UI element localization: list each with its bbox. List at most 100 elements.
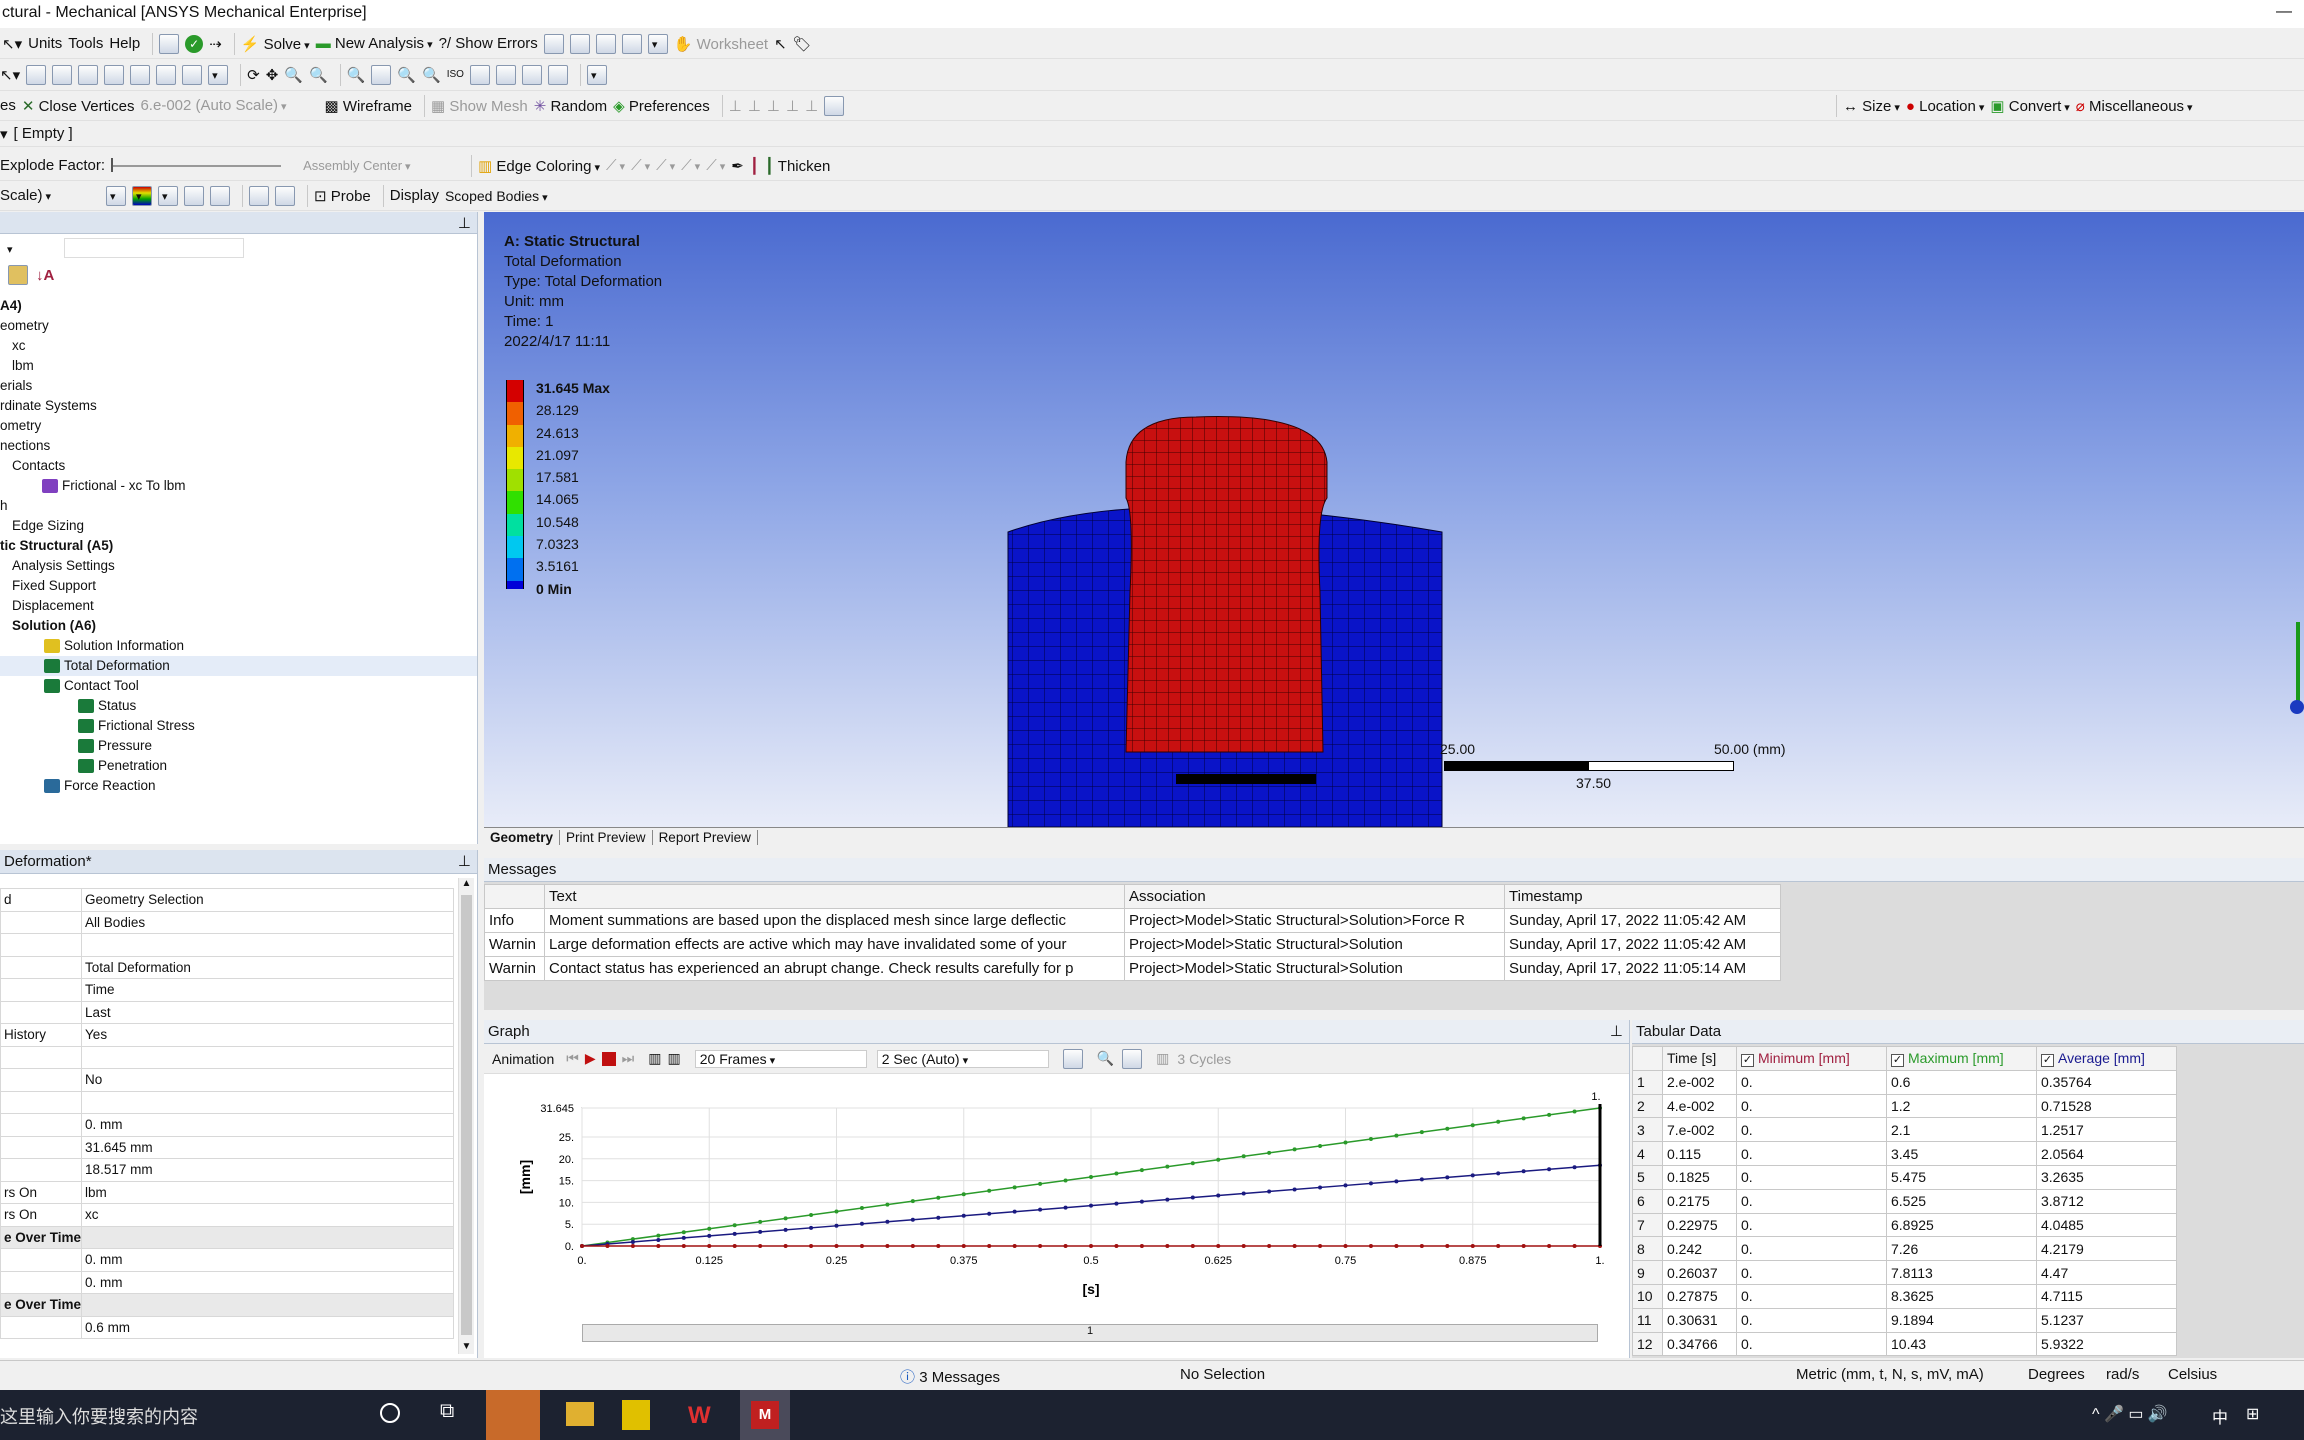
- tree-item[interactable]: Total Deformation: [0, 656, 477, 676]
- tabular-row[interactable]: 6 0.2175 0. 6.525 3.8712: [1632, 1188, 2177, 1214]
- tree-item[interactable]: h: [0, 496, 477, 516]
- explode-slider[interactable]: [111, 157, 282, 172]
- select-edge-icon[interactable]: [52, 64, 73, 85]
- convert-button[interactable]: ▣ Convert: [1990, 97, 2069, 115]
- temperature-unit-status[interactable]: Celsius: [2168, 1366, 2217, 1383]
- check-icon[interactable]: ✓: [185, 34, 204, 53]
- iso-icon[interactable]: ISO: [447, 69, 464, 80]
- tree-item[interactable]: ometry: [0, 416, 477, 436]
- lock-icon[interactable]: [547, 64, 568, 85]
- pin-icon[interactable]: ⊥: [458, 212, 471, 236]
- details-row[interactable]: rs On lbm: [0, 1180, 454, 1204]
- details-row[interactable]: [0, 933, 454, 957]
- tree-item[interactable]: Penetration: [0, 756, 477, 776]
- contour-icon[interactable]: [132, 185, 152, 206]
- worksheet-button[interactable]: ✋ Worksheet: [674, 35, 768, 53]
- magnifier-icon[interactable]: 🔍: [422, 66, 441, 84]
- text-icon[interactable]: [621, 33, 642, 54]
- details-row[interactable]: e Over Time: [0, 1293, 454, 1317]
- fit-icon[interactable]: 🔍: [397, 66, 416, 84]
- tree-item[interactable]: Frictional Stress: [0, 716, 477, 736]
- scale-dropdown[interactable]: Scale): [0, 187, 100, 204]
- keyboard-icon[interactable]: ⊞: [2246, 1404, 2259, 1424]
- tabular-column-header[interactable]: Time [s]: [1662, 1046, 1737, 1071]
- close-vertices-button[interactable]: ✕ Close Vertices: [22, 97, 135, 115]
- tree-item[interactable]: Displacement: [0, 596, 477, 616]
- tree-item[interactable]: Fixed Support: [0, 576, 477, 596]
- geometry-display-icon[interactable]: [106, 185, 126, 206]
- menu-help[interactable]: Help: [109, 35, 140, 52]
- edge-style-1-icon[interactable]: ⟋: [606, 157, 625, 174]
- worksheet-icon[interactable]: [159, 33, 180, 54]
- stop-icon[interactable]: [601, 1051, 616, 1066]
- preferences-button[interactable]: ◈ Preferences: [613, 97, 710, 115]
- pin-edge-icon[interactable]: ✒: [731, 157, 744, 175]
- show-errors-button[interactable]: ?/ Show Errors: [439, 35, 538, 52]
- details-row[interactable]: History Yes: [0, 1023, 454, 1047]
- scale-select[interactable]: 6.e-002 (Auto Scale): [140, 97, 318, 114]
- play-icon[interactable]: ▶: [585, 1050, 596, 1067]
- tabular-row[interactable]: 3 7.e-002 0. 2.1 1.2517: [1632, 1117, 2177, 1143]
- series-checkbox[interactable]: ✓: [1741, 1053, 1754, 1067]
- tab-report-preview[interactable]: Report Preview: [653, 830, 758, 845]
- select-icon[interactable]: ↖▾: [0, 66, 20, 84]
- show-mesh-button[interactable]: ▦ Show Mesh: [431, 97, 528, 115]
- details-row[interactable]: 31.645 mm: [0, 1135, 454, 1159]
- tree-item[interactable]: A4): [0, 296, 477, 316]
- menu-tools[interactable]: Tools: [68, 35, 103, 52]
- app-icon-1[interactable]: [486, 1390, 540, 1440]
- select-mode-icon[interactable]: [208, 64, 229, 85]
- tree-item[interactable]: erials: [0, 376, 477, 396]
- tabular-row[interactable]: 8 0.242 0. 7.26 4.2179: [1632, 1236, 2177, 1262]
- thicken-button[interactable]: ┃ Thicken: [765, 157, 830, 175]
- rotate-icon[interactable]: ⟳: [247, 66, 260, 84]
- message-row[interactable]: Warnin Large deformation effects are acti…: [484, 932, 1781, 957]
- messages-status[interactable]: ⓘ 3 Messages: [900, 1366, 1000, 1387]
- annotation2-icon[interactable]: ⊥: [748, 97, 761, 115]
- cycles-icon[interactable]: ▥: [1156, 1050, 1169, 1067]
- details-row[interactable]: d Geometry Selection: [0, 888, 454, 912]
- context-arrow-icon[interactable]: ▾: [0, 125, 8, 143]
- viewport-layout-icon[interactable]: [586, 64, 607, 85]
- details-row[interactable]: e Over Time: [0, 1225, 454, 1249]
- angle-unit-status[interactable]: Degrees: [2028, 1366, 2085, 1383]
- tabular-row[interactable]: 12 0.34766 0. 10.43 5.9322: [1632, 1331, 2177, 1357]
- camera-icon[interactable]: [521, 64, 542, 85]
- details-row[interactable]: 0. mm: [0, 1270, 454, 1294]
- details-row[interactable]: rs On xc: [0, 1203, 454, 1227]
- unit-system-status[interactable]: Metric (mm, t, N, s, mV, mA): [1796, 1366, 1984, 1383]
- previous-view-icon[interactable]: [469, 64, 490, 85]
- location-button[interactable]: ● Location: [1906, 98, 1984, 115]
- mechanical-icon[interactable]: M: [740, 1390, 790, 1440]
- tree-item[interactable]: lbm: [0, 356, 477, 376]
- vector-icon[interactable]: [184, 185, 204, 206]
- details-pin-icon[interactable]: ⊥: [458, 850, 471, 874]
- edge-coloring-button[interactable]: ▥ Edge Coloring: [478, 157, 600, 175]
- edge-style-3-icon[interactable]: ⟋: [656, 157, 675, 174]
- tree-item[interactable]: tic Structural (A5): [0, 536, 477, 556]
- tree-item[interactable]: Status: [0, 696, 477, 716]
- zoom-box-icon[interactable]: 🔍: [309, 66, 328, 84]
- tree-item[interactable]: Contacts: [0, 456, 477, 476]
- tabular-row[interactable]: 2 4.e-002 0. 1.2 0.71528: [1632, 1093, 2177, 1119]
- graph-pin-icon[interactable]: ⊥: [1610, 1020, 1623, 1044]
- select-mesh-icon[interactable]: [182, 64, 203, 85]
- tabular-row[interactable]: 11 0.30631 0. 9.1894 5.1237: [1632, 1307, 2177, 1333]
- tree-item[interactable]: Force Reaction: [0, 776, 477, 796]
- ansys-icon[interactable]: [622, 1400, 650, 1430]
- details-row[interactable]: 0.6 mm: [0, 1315, 454, 1339]
- tab-print-preview[interactable]: Print Preview: [560, 830, 653, 845]
- edge-style-4-icon[interactable]: ⟋: [681, 157, 700, 174]
- ime-indicator[interactable]: 中: [2212, 1404, 2228, 1428]
- scoped-bodies-select[interactable]: Scoped Bodies: [445, 188, 585, 204]
- select-vertex-icon[interactable]: [78, 64, 99, 85]
- thin-icon[interactable]: ┃: [750, 157, 759, 175]
- annotation3-icon[interactable]: ⊥: [767, 97, 780, 115]
- cortana-icon[interactable]: [380, 1403, 400, 1423]
- task-view-icon[interactable]: ⧉: [440, 1400, 454, 1423]
- box-zoom-icon[interactable]: [371, 64, 392, 85]
- filter-dropdown[interactable]: [4, 240, 54, 257]
- pointer-icon[interactable]: ↖: [774, 35, 787, 53]
- max-label-icon[interactable]: [275, 185, 295, 206]
- view-icon[interactable]: [543, 33, 564, 54]
